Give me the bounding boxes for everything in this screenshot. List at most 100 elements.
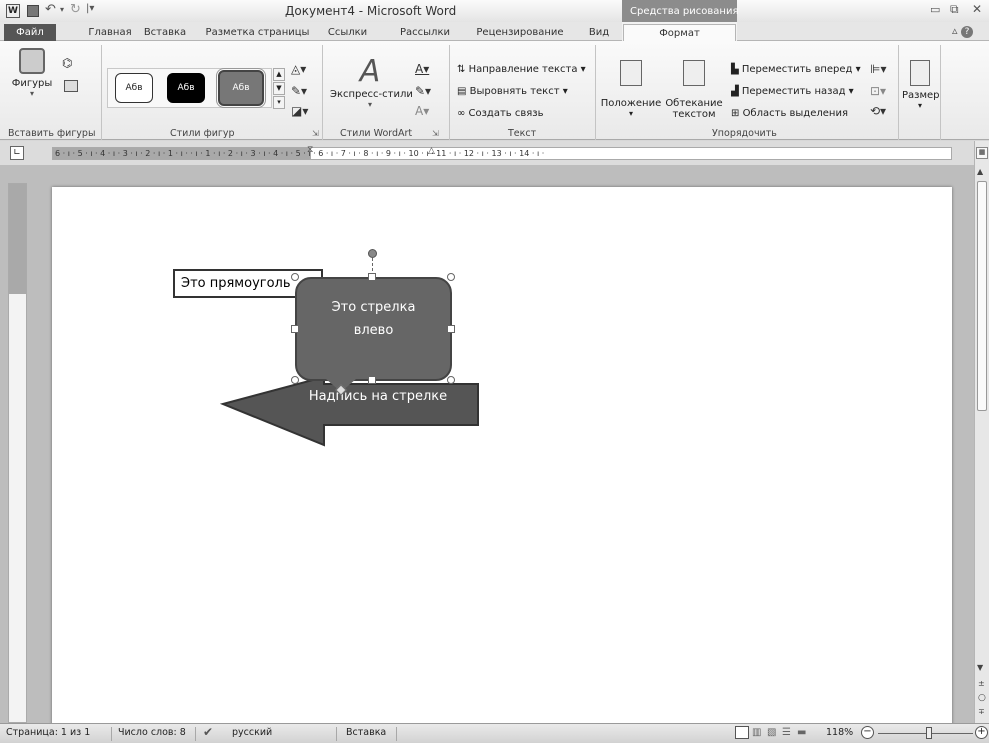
horizontal-ruler[interactable]: 6 · ı · 5 · ı · 4 · ı · 3 · ı · 2 · ı · … bbox=[52, 147, 952, 160]
first-line-indent-marker-icon[interactable]: ⧖ bbox=[307, 145, 313, 155]
status-separator bbox=[195, 727, 196, 741]
text-direction-button[interactable]: ⇅ Направление текста ▾ bbox=[457, 64, 586, 75]
text-effects-icon[interactable]: A▾ bbox=[415, 104, 429, 118]
draw-textbox-icon[interactable] bbox=[64, 80, 78, 92]
shapes-button[interactable]: Фигуры ▾ bbox=[10, 48, 54, 108]
position-button[interactable]: Положение ▾ bbox=[599, 60, 663, 118]
tab-file[interactable]: Файл bbox=[4, 24, 56, 41]
resize-handle-bottom-right[interactable] bbox=[447, 376, 455, 384]
tab-selector-icon[interactable]: ∟ bbox=[10, 146, 24, 160]
tab-view[interactable]: Вид bbox=[584, 24, 614, 41]
tab-format[interactable]: Формат bbox=[623, 24, 736, 42]
wrap-text-icon bbox=[683, 60, 705, 86]
group-label-wordart: Стили WordArt bbox=[340, 128, 413, 139]
rotate-icon[interactable]: ⟲▾ bbox=[870, 104, 886, 118]
create-link-button[interactable]: ∞ Создать связь bbox=[457, 108, 544, 119]
undo-dropdown-icon[interactable]: ▾ bbox=[60, 5, 64, 14]
vertical-ruler[interactable] bbox=[8, 183, 27, 723]
ruler-toggle-icon[interactable]: ▦ bbox=[976, 147, 988, 159]
zoom-in-icon[interactable]: + bbox=[975, 726, 988, 739]
window-title: Документ4 - Microsoft Word bbox=[285, 4, 457, 18]
zoom-level[interactable]: 118% bbox=[826, 727, 853, 738]
status-words[interactable]: Число слов: 8 bbox=[118, 727, 186, 738]
shapes-icon bbox=[19, 48, 45, 74]
zoom-slider-thumb[interactable] bbox=[926, 727, 932, 739]
callout-text-line2: влево bbox=[353, 323, 394, 338]
scroll-down-icon[interactable]: ▼ bbox=[977, 663, 983, 672]
vertical-scrollbar[interactable]: ▦ ▲ ▼ ± ○ ∓ bbox=[974, 141, 989, 723]
text-fill-icon[interactable]: A▾ bbox=[415, 62, 429, 76]
view-web-icon[interactable]: ▧ bbox=[767, 727, 776, 738]
prev-page-icon[interactable]: ± bbox=[978, 679, 985, 688]
style-option-gray[interactable]: Абв bbox=[216, 68, 266, 108]
align-text-button[interactable]: ▤ Выровнять текст ▾ bbox=[457, 86, 568, 97]
gallery-scroll-up-icon[interactable]: ▲ bbox=[273, 68, 285, 81]
right-indent-marker-icon[interactable]: △ bbox=[428, 146, 435, 156]
ruler-ticks: 6 · ı · 5 · ı · 4 · ı · 3 · ı · 2 · ı · … bbox=[55, 149, 545, 158]
browse-object-icon[interactable]: ○ bbox=[978, 693, 986, 703]
save-icon[interactable] bbox=[27, 5, 39, 17]
collapse-ribbon-icon[interactable]: ▵ bbox=[952, 24, 958, 37]
group-label-arrange: Упорядочить bbox=[712, 128, 777, 139]
wrap-text-button[interactable]: Обтекание текстом bbox=[663, 60, 725, 120]
help-icon[interactable]: ? bbox=[961, 26, 974, 38]
undo-icon[interactable]: ↶ bbox=[45, 2, 56, 17]
style-option-white[interactable]: Абв bbox=[115, 73, 153, 103]
group-icon[interactable]: ⊡▾ bbox=[870, 84, 886, 98]
tab-references[interactable]: Ссылки bbox=[320, 24, 375, 41]
customize-qat-icon[interactable]: |▾ bbox=[86, 3, 94, 14]
restore-icon[interactable]: ⧉ bbox=[950, 2, 959, 17]
status-separator bbox=[336, 727, 337, 741]
size-button[interactable]: Размер ▾ bbox=[902, 60, 940, 110]
view-print-layout-icon[interactable] bbox=[735, 726, 749, 739]
view-full-screen-icon[interactable]: ▥ bbox=[752, 727, 761, 738]
selection-pane-button[interactable]: ⊞ Область выделения bbox=[731, 108, 848, 119]
tab-insert[interactable]: Вставка bbox=[140, 24, 190, 41]
next-page-icon[interactable]: ∓ bbox=[978, 707, 985, 716]
help-area: ▵ ? bbox=[952, 24, 974, 38]
tab-home[interactable]: Главная bbox=[85, 24, 135, 41]
text-outline-icon[interactable]: ✎▾ bbox=[415, 84, 431, 98]
bring-forward-button[interactable]: ▙ Переместить вперед ▾ bbox=[731, 64, 861, 75]
align-text-icon: ▤ bbox=[457, 86, 470, 97]
zoom-out-icon[interactable]: − bbox=[861, 726, 874, 739]
group-separator bbox=[449, 45, 450, 140]
shape-effects-icon[interactable]: ◪▾ bbox=[291, 104, 308, 118]
resize-handle-right[interactable] bbox=[447, 325, 455, 333]
shape-outline-icon[interactable]: ✎▾ bbox=[291, 84, 307, 98]
align-icon[interactable]: ⊫▾ bbox=[870, 62, 886, 76]
express-styles-button[interactable]: A Экспресс-стили ▾ bbox=[330, 55, 413, 110]
resize-handle-top[interactable] bbox=[368, 273, 376, 281]
word-icon[interactable]: W bbox=[6, 4, 20, 18]
resize-handle-top-left[interactable] bbox=[291, 273, 299, 281]
minimize-icon[interactable]: ▭ bbox=[930, 3, 940, 16]
resize-handle-bottom[interactable] bbox=[368, 376, 376, 384]
shape-fill-icon[interactable]: ◬▾ bbox=[291, 62, 306, 76]
resize-handle-top-right[interactable] bbox=[447, 273, 455, 281]
wordart-launcher-icon[interactable]: ⇲ bbox=[432, 129, 439, 138]
view-outline-icon[interactable]: ☰ bbox=[782, 727, 791, 738]
rotation-handle-icon[interactable] bbox=[368, 249, 377, 258]
edit-shape-icon[interactable]: ⌬ bbox=[62, 56, 72, 70]
style-option-black[interactable]: Абв bbox=[167, 73, 205, 103]
tab-review[interactable]: Рецензирование bbox=[470, 24, 570, 41]
redo-icon[interactable]: ↻ bbox=[70, 2, 81, 17]
status-page[interactable]: Страница: 1 из 1 bbox=[6, 727, 90, 738]
view-draft-icon[interactable]: ▬ bbox=[797, 727, 806, 738]
tab-mailings[interactable]: Рассылки bbox=[395, 24, 455, 41]
scroll-up-icon[interactable]: ▲ bbox=[977, 167, 983, 176]
close-icon[interactable]: ✕ bbox=[972, 2, 982, 16]
scroll-thumb[interactable] bbox=[977, 181, 987, 411]
gallery-more-icon[interactable]: ▾ bbox=[273, 96, 285, 109]
send-backward-button[interactable]: ▟ Переместить назад ▾ bbox=[731, 86, 854, 97]
shape-styles-launcher-icon[interactable]: ⇲ bbox=[312, 129, 319, 138]
tab-page-layout[interactable]: Разметка страницы bbox=[200, 24, 315, 41]
status-language[interactable]: русский bbox=[232, 727, 272, 738]
resize-handle-left[interactable] bbox=[291, 325, 299, 333]
resize-handle-bottom-left[interactable] bbox=[291, 376, 299, 384]
express-styles-label: Экспресс-стили bbox=[330, 89, 413, 100]
status-mode[interactable]: Вставка bbox=[346, 727, 386, 738]
spellcheck-icon[interactable]: ✔ bbox=[203, 725, 213, 739]
vruler-top-margin bbox=[9, 184, 26, 294]
gallery-scroll-down-icon[interactable]: ▼ bbox=[273, 82, 285, 95]
